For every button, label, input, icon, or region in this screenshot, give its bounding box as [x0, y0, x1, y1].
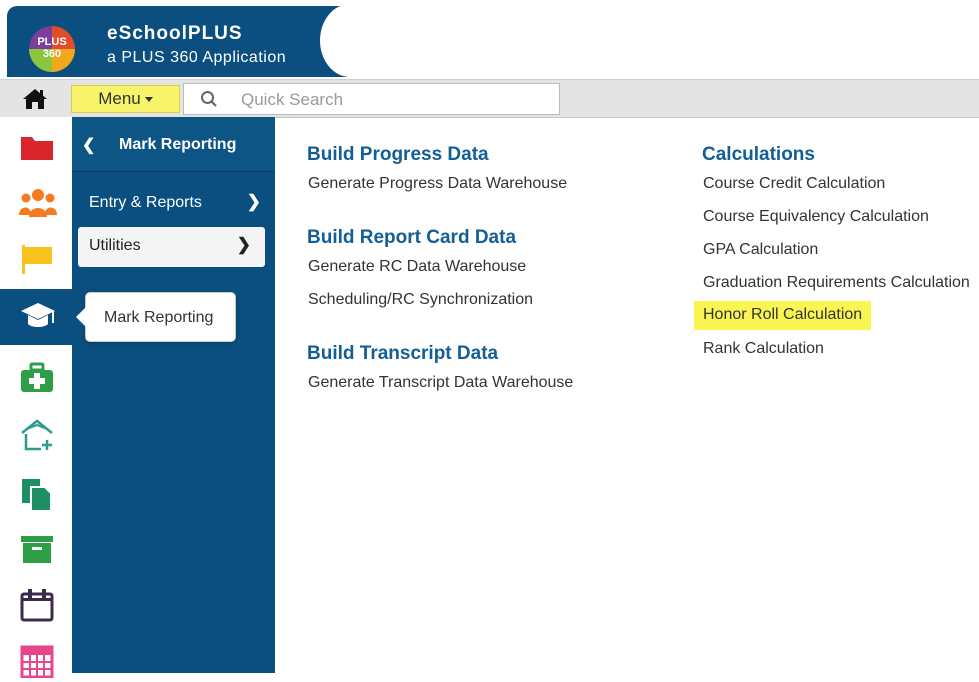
link-rank-calc[interactable]: Rank Calculation — [703, 340, 824, 358]
search-input[interactable] — [239, 88, 553, 112]
submenu-item-entry-reports[interactable]: Entry & Reports ❯ — [72, 184, 275, 224]
submenu-item-utilities[interactable]: Utilities ❯ — [78, 227, 265, 267]
link-graduation-requirements-calc[interactable]: Graduation Requirements Calculation — [703, 274, 970, 292]
app-title: eSchoolPLUS — [107, 23, 243, 44]
banner-curve — [320, 4, 380, 77]
link-honor-roll-calc[interactable]: Honor Roll Calculation — [694, 301, 872, 330]
section-title-report-card: Build Report Card Data — [307, 227, 517, 248]
home-icon[interactable] — [22, 87, 48, 111]
section-title-calculations: Calculations — [702, 144, 815, 165]
archive-box-icon[interactable] — [0, 522, 72, 572]
plus360-logo: PLUS 360 — [29, 26, 75, 72]
people-icon[interactable] — [0, 177, 72, 227]
submenu-item-label: Utilities — [89, 237, 141, 254]
brand-banner: PLUS 360 eSchoolPLUS a PLUS 360 Applicat… — [7, 6, 347, 77]
caret-down-icon — [144, 97, 153, 103]
module-tooltip: Mark Reporting — [76, 292, 236, 342]
top-toolbar: Menu — [0, 79, 979, 118]
calendar-icon[interactable] — [0, 577, 72, 627]
link-gpa-calc[interactable]: GPA Calculation — [703, 241, 818, 259]
app-subtitle: a PLUS 360 Application — [107, 49, 287, 66]
menu-button[interactable]: Menu — [71, 85, 180, 113]
link-course-equivalency-calc[interactable]: Course Equivalency Calculation — [703, 208, 929, 226]
submenu-header[interactable]: ❮ Mark Reporting — [72, 117, 275, 172]
section-title-transcript: Build Transcript Data — [307, 343, 499, 364]
submenu-panel: ❮ Mark Reporting Entry & Reports ❯ Utili… — [72, 117, 275, 673]
app-header: PLUS 360 eSchoolPLUS a PLUS 360 Applicat… — [0, 0, 979, 77]
chevron-right-icon: ❯ — [236, 235, 251, 254]
section-title-progress: Build Progress Data — [307, 144, 489, 165]
chevron-left-icon[interactable]: ❮ — [82, 135, 95, 155]
link-scheduling-rc-sync[interactable]: Scheduling/RC Synchronization — [308, 291, 533, 309]
submenu-item-label: Entry & Reports — [89, 194, 202, 211]
medical-kit-icon[interactable] — [0, 352, 72, 402]
search-icon — [201, 91, 217, 107]
submenu-title: Mark Reporting — [119, 136, 237, 153]
home-add-icon[interactable] — [0, 407, 72, 457]
quick-search-box[interactable] — [183, 83, 560, 115]
link-course-credit-calc[interactable]: Course Credit Calculation — [703, 175, 885, 193]
folder-icon[interactable] — [0, 122, 72, 172]
graduation-cap-icon[interactable] — [0, 289, 72, 345]
calculator-icon[interactable] — [0, 632, 72, 682]
link-generate-progress-warehouse[interactable]: Generate Progress Data Warehouse — [308, 175, 567, 193]
chevron-right-icon: ❯ — [246, 192, 261, 211]
link-generate-transcript-warehouse[interactable]: Generate Transcript Data Warehouse — [308, 374, 573, 392]
flag-icon[interactable] — [0, 232, 72, 282]
link-generate-rc-warehouse[interactable]: Generate RC Data Warehouse — [308, 258, 526, 276]
documents-icon[interactable] — [0, 467, 72, 517]
module-icon-rail — [0, 117, 72, 678]
